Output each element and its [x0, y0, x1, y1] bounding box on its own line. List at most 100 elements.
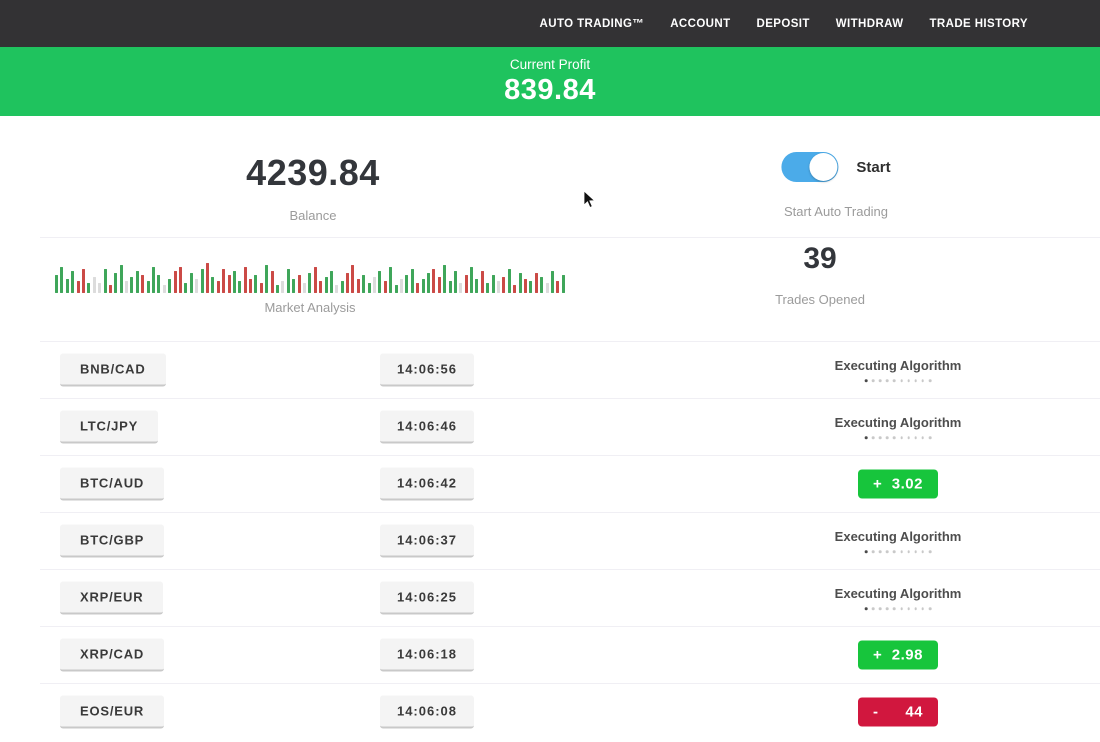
- trade-row: LTC/JPY14:06:46Executing Algorithm: [40, 398, 1100, 455]
- current-profit-banner: Current Profit 839.84: [0, 47, 1100, 116]
- progress-dot: [907, 607, 910, 610]
- progress-dot: [872, 436, 875, 439]
- nav-item-account[interactable]: ACCOUNT: [670, 18, 730, 30]
- market-bar: [502, 277, 505, 293]
- market-bar: [384, 281, 387, 293]
- market-bar: [136, 271, 139, 293]
- nav-item-trade-history[interactable]: TRADE HISTORY: [930, 18, 1029, 30]
- trade-status: Executing Algorithm: [835, 586, 962, 610]
- progress-dot: [872, 379, 875, 382]
- progress-dots: [835, 550, 962, 553]
- progress-dot: [914, 607, 917, 610]
- nav-item-deposit[interactable]: DEPOSIT: [757, 18, 810, 30]
- current-profit-value: 839.84: [0, 74, 1100, 107]
- pair-chip[interactable]: BTC/GBP: [60, 525, 164, 558]
- pair-chip[interactable]: XRP/CAD: [60, 639, 164, 672]
- market-bar: [249, 279, 252, 293]
- pair-chip[interactable]: LTC/JPY: [60, 411, 158, 444]
- time-chip[interactable]: 14:06:25: [380, 582, 474, 615]
- pair-chip[interactable]: XRP/EUR: [60, 582, 163, 615]
- market-bar: [513, 285, 516, 293]
- progress-dot: [900, 436, 903, 439]
- market-bar: [314, 267, 317, 293]
- market-bar: [389, 267, 392, 293]
- progress-dot: [907, 436, 910, 439]
- market-bar: [524, 279, 527, 293]
- progress-dot: [886, 607, 889, 610]
- progress-dot: [929, 436, 932, 439]
- market-bar: [497, 281, 500, 293]
- time-chip[interactable]: 14:06:56: [380, 354, 474, 387]
- trade-row: BTC/AUD14:06:42+3.02: [40, 455, 1100, 512]
- market-bar: [368, 283, 371, 293]
- market-bar: [330, 271, 333, 293]
- market-bar: [546, 283, 549, 293]
- time-chip[interactable]: 14:06:37: [380, 525, 474, 558]
- market-bar: [184, 283, 187, 293]
- pair-chip[interactable]: BNB/CAD: [60, 354, 166, 387]
- progress-dot: [886, 550, 889, 553]
- trade-status: Executing Algorithm: [835, 358, 962, 382]
- market-bar: [211, 277, 214, 293]
- market-bar: [335, 285, 338, 293]
- progress-dot: [914, 379, 917, 382]
- balance-block: 4239.84 Balance: [246, 152, 380, 223]
- market-bar: [163, 285, 166, 293]
- market-bar: [217, 281, 220, 293]
- market-bar: [400, 279, 403, 293]
- auto-trading-toggle[interactable]: [781, 152, 838, 182]
- balance-label: Balance: [246, 208, 380, 223]
- progress-dot: [872, 550, 875, 553]
- market-bar: [233, 271, 236, 293]
- time-chip[interactable]: 14:06:18: [380, 639, 474, 672]
- market-bar: [562, 275, 565, 293]
- pair-chip[interactable]: EOS/EUR: [60, 696, 164, 729]
- market-bar: [308, 273, 311, 293]
- time-chip[interactable]: 14:06:08: [380, 696, 474, 729]
- time-chip[interactable]: 14:06:42: [380, 468, 474, 501]
- market-bar: [265, 265, 268, 293]
- market-bar: [454, 271, 457, 293]
- market-bar: [157, 275, 160, 293]
- market-bar: [351, 265, 354, 293]
- progress-dot: [929, 607, 932, 610]
- nav-item-auto-trading[interactable]: AUTO TRADING™: [540, 18, 645, 30]
- progress-dot: [922, 379, 925, 382]
- market-bar: [325, 277, 328, 293]
- progress-dot: [879, 550, 882, 553]
- market-bar: [492, 275, 495, 293]
- progress-dot: [907, 550, 910, 553]
- result-sign: +: [873, 647, 882, 664]
- market-bar: [147, 281, 150, 293]
- market-bar: [432, 269, 435, 293]
- market-bar: [508, 269, 511, 293]
- market-bar: [292, 279, 295, 293]
- progress-dot: [922, 550, 925, 553]
- trade-row: EOS/EUR 14:06:08 -44: [40, 683, 1100, 740]
- market-bar: [475, 279, 478, 293]
- result-value: 2.98: [892, 647, 923, 664]
- market-bar: [373, 277, 376, 293]
- market-bar: [71, 271, 74, 293]
- market-bar: [206, 263, 209, 293]
- market-bar: [82, 269, 85, 293]
- stats-row-market: Market Analysis 39 Trades Opened: [0, 238, 1100, 341]
- trades-opened-label: Trades Opened: [775, 292, 865, 307]
- market-bar: [201, 269, 204, 293]
- nav-item-withdraw[interactable]: WITHDRAW: [836, 18, 904, 30]
- executing-algorithm-label: Executing Algorithm: [835, 586, 962, 601]
- progress-dots: [835, 436, 962, 439]
- progress-dot: [886, 379, 889, 382]
- progress-dot: [893, 550, 896, 553]
- toggle-knob-icon: [809, 153, 837, 181]
- progress-dots: [835, 607, 962, 610]
- time-chip[interactable]: 14:06:46: [380, 411, 474, 444]
- progress-dot: [914, 550, 917, 553]
- market-bar: [125, 281, 128, 293]
- market-bar: [346, 273, 349, 293]
- pair-chip[interactable]: BTC/AUD: [60, 468, 164, 501]
- trade-status: -44: [858, 698, 938, 727]
- market-bar: [422, 279, 425, 293]
- progress-dot: [872, 607, 875, 610]
- start-auto-trading-label: Start Auto Trading: [781, 204, 890, 219]
